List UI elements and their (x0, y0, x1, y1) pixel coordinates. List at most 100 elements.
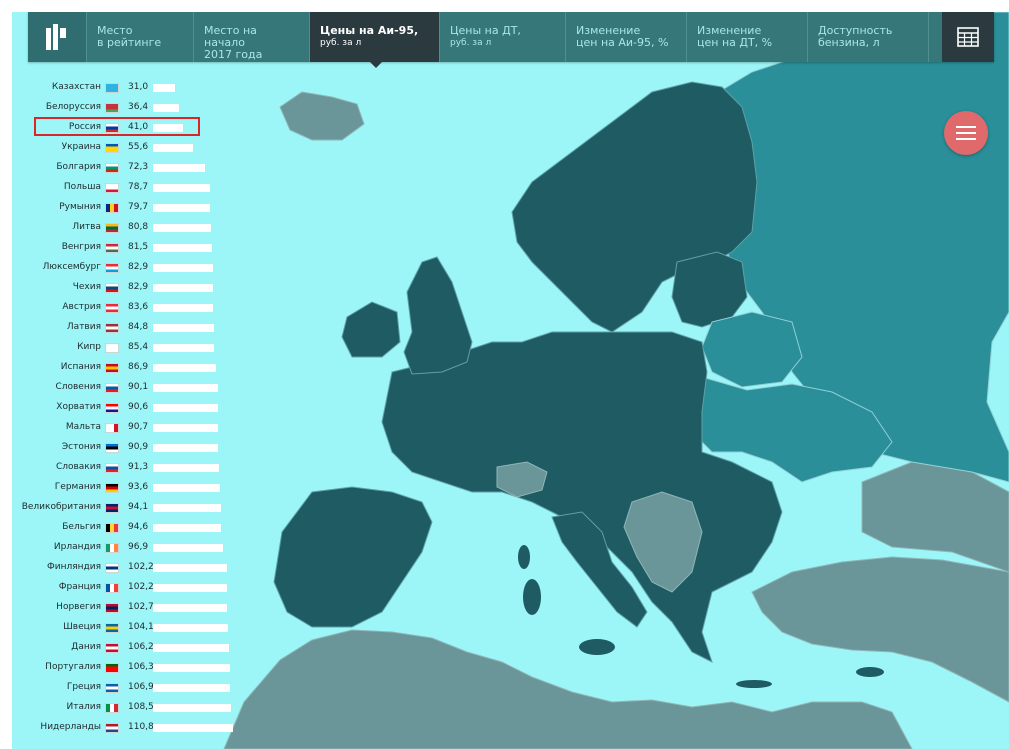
north-africa-region[interactable] (223, 629, 913, 749)
list-item[interactable]: Хорватия 90,6 (12, 398, 227, 418)
crete-island[interactable] (736, 680, 772, 688)
iceland-region[interactable] (279, 91, 365, 141)
country-name: Чехия (72, 282, 101, 292)
flag-icon (105, 263, 119, 273)
flag-icon (105, 323, 119, 333)
list-item[interactable]: Чехия 82,9 (12, 278, 227, 298)
list-item[interactable]: Румыния 79,7 (12, 198, 227, 218)
price-value: 80,8 (128, 222, 149, 232)
list-item[interactable]: Дания 106,2 (12, 638, 229, 658)
flag-icon (105, 683, 119, 693)
country-name: Нидерланды (40, 722, 101, 732)
list-item[interactable]: Эстония 90,9 (12, 438, 227, 458)
price-bar (153, 304, 213, 312)
list-item[interactable]: Белоруссия 36,4 (12, 98, 227, 118)
caucasus-region[interactable] (861, 461, 1009, 573)
price-value: 106,2 (128, 642, 154, 652)
country-name: Греция (66, 682, 101, 692)
country-name: Бельгия (62, 522, 101, 532)
sardinia-island[interactable] (523, 579, 541, 615)
price-value: 91,3 (128, 462, 149, 472)
table-icon (957, 27, 979, 47)
tab-ai95-change[interactable]: Изменение цен на Аи-95, % (566, 12, 687, 62)
flag-icon (105, 143, 119, 153)
list-item[interactable]: Португалия 106,3 (12, 658, 230, 678)
list-item[interactable]: Греция 106,9 (12, 678, 230, 698)
price-bar (153, 184, 210, 192)
flag-icon (105, 303, 119, 313)
country-name: Финляндия (46, 562, 101, 572)
price-bar (153, 524, 221, 532)
corsica-island[interactable] (518, 545, 530, 569)
iberia-region[interactable] (273, 486, 433, 628)
tab-diesel-price[interactable]: Цены на ДТ, руб. за л (440, 12, 566, 62)
list-item[interactable]: Казахстан 31,0 (12, 78, 227, 98)
turkey-region[interactable] (751, 556, 1009, 703)
list-item[interactable]: Нидерланды 110,8 (12, 718, 233, 738)
list-item[interactable]: Болгария 72,3 (12, 158, 227, 178)
central-europe-region[interactable] (381, 331, 783, 663)
tab-diesel-change[interactable]: Изменение цен на ДТ, % (687, 12, 808, 62)
list-item[interactable]: Мальта 90,7 (12, 418, 227, 438)
price-value: 55,6 (128, 142, 149, 152)
ireland-region[interactable] (341, 301, 401, 358)
tab-fuel-affordability[interactable]: Доступность бензина, л (808, 12, 929, 62)
logo-icon[interactable] (28, 12, 87, 62)
list-item[interactable]: Бельгия 94,6 (12, 518, 227, 538)
list-item[interactable]: Великобритания 94,1 (12, 498, 227, 518)
list-item[interactable]: Люксембург 82,9 (12, 258, 227, 278)
tab-rank-2017[interactable]: Место на начало 2017 года (194, 12, 310, 62)
list-item[interactable]: Австрия 83,6 (12, 298, 227, 318)
price-value: 84,8 (128, 322, 149, 332)
country-name: Украина (61, 142, 101, 152)
price-value: 106,9 (128, 682, 154, 692)
tab-ai95-price[interactable]: Цены на Аи-95, руб. за л (310, 12, 440, 68)
list-item[interactable]: Латвия 84,8 (12, 318, 227, 338)
list-item[interactable]: Ирландия 96,9 (12, 538, 227, 558)
hamburger-icon[interactable] (944, 111, 988, 155)
price-value: 31,0 (128, 82, 149, 92)
flag-icon (105, 723, 119, 733)
price-bar (153, 664, 230, 672)
list-item[interactable]: Кипр 85,4 (12, 338, 227, 358)
belarus-region[interactable] (701, 311, 803, 388)
list-item[interactable]: Финляндия 102,2 (12, 558, 227, 578)
country-name: Румыния (59, 202, 101, 212)
list-item[interactable]: Швеция 104,1 (12, 618, 228, 638)
price-bar (153, 404, 218, 412)
price-bar (153, 284, 213, 292)
sicily-island[interactable] (579, 639, 615, 655)
price-value: 79,7 (128, 202, 149, 212)
list-item[interactable]: Словакия 91,3 (12, 458, 227, 478)
country-name: Люксембург (42, 262, 101, 272)
table-view-button[interactable] (942, 12, 994, 62)
list-item[interactable]: Италия 108,5 (12, 698, 231, 718)
tab-rank[interactable]: Место в рейтинге (87, 12, 194, 62)
list-item[interactable]: Испания 86,9 (12, 358, 227, 378)
price-value: 78,7 (128, 182, 149, 192)
list-item[interactable]: Польша 78,7 (12, 178, 227, 198)
list-item[interactable]: Украина 55,6 (12, 138, 227, 158)
price-bar (153, 384, 218, 392)
country-name: Ирландия (53, 542, 101, 552)
list-item[interactable]: Россия 41,0 (12, 117, 227, 138)
flag-icon (105, 83, 119, 93)
list-item[interactable]: Норвегия 102,7 (12, 598, 227, 618)
list-item[interactable]: Венгрия 81,5 (12, 238, 227, 258)
country-name: Дания (71, 642, 101, 652)
country-name: Латвия (66, 322, 101, 332)
price-bar (153, 604, 227, 612)
list-item[interactable]: Германия 93,6 (12, 478, 227, 498)
cyprus-island[interactable] (856, 667, 884, 677)
list-item[interactable]: Литва 80,8 (12, 218, 227, 238)
list-item[interactable]: Франция 102,2 (12, 578, 227, 598)
great-britain-region[interactable] (403, 256, 473, 375)
flag-icon (105, 483, 119, 493)
price-value: 83,6 (128, 302, 149, 312)
price-value: 90,7 (128, 422, 149, 432)
map-frame: Место в рейтинге Место на начало 2017 го… (12, 12, 1009, 749)
list-item[interactable]: Словения 90,1 (12, 378, 227, 398)
price-bar (153, 444, 218, 452)
price-bar (153, 644, 229, 652)
country-name: Великобритания (21, 502, 101, 512)
